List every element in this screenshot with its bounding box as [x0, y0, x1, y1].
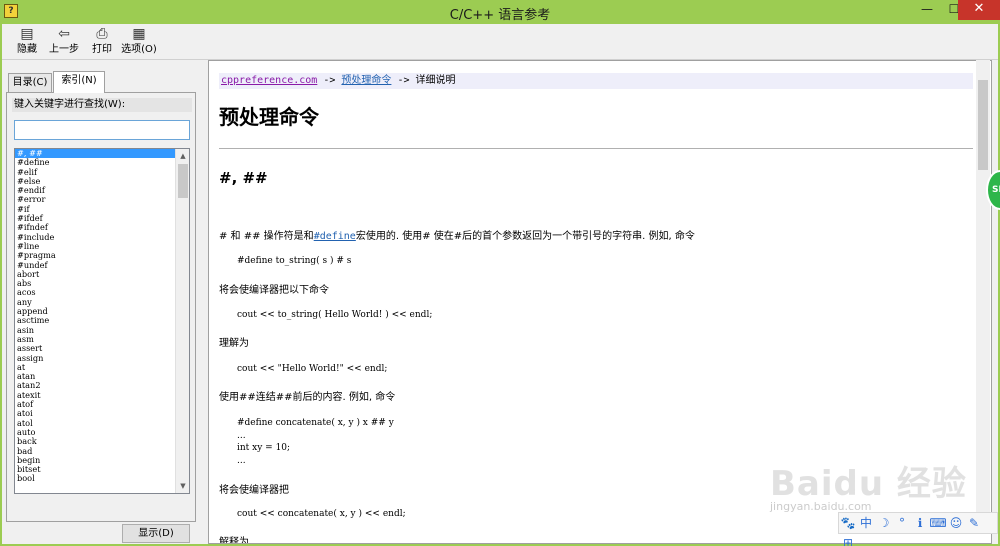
- ime-icon[interactable]: 🐾: [839, 513, 857, 533]
- index-list-item[interactable]: asctime: [15, 316, 175, 326]
- window-title: C/C++ 语言参考: [449, 8, 551, 23]
- index-list-item[interactable]: #undef: [15, 260, 175, 270]
- ime-icon[interactable]: ☺: [947, 513, 965, 533]
- ime-icon[interactable]: 中: [857, 513, 875, 533]
- code-sample-2: cout << to_string( Hello World! ) << end…: [237, 310, 433, 320]
- ime-icon[interactable]: ℹ: [911, 513, 929, 533]
- index-list-item[interactable]: asin: [15, 325, 175, 335]
- minimize-button[interactable]: —: [914, 0, 940, 20]
- scroll-thumb[interactable]: [178, 164, 188, 198]
- paragraph-4: 使用##连结##前后的内容. 例如, 命令: [219, 392, 396, 403]
- index-list-item[interactable]: back: [15, 436, 175, 446]
- ime-icon[interactable]: ⌨: [929, 513, 947, 533]
- close-button[interactable]: ✕: [958, 0, 1000, 20]
- index-list-item[interactable]: #error: [15, 195, 175, 205]
- display-button[interactable]: 显示(D): [122, 524, 190, 543]
- index-list-item[interactable]: atoi: [15, 409, 175, 419]
- index-list-item[interactable]: atol: [15, 418, 175, 428]
- content-scroll-thumb[interactable]: [978, 80, 988, 170]
- paragraph-5: 将会使编译器把: [219, 485, 289, 496]
- ime-toolbar: 🐾 中 ☽ ° ℹ ⌨ ☺ ✎ ⊞: [838, 512, 998, 546]
- options-label: 选项(O): [121, 44, 157, 55]
- app-window: ? C/C++ 语言参考 — ☐ ✕ ▤ 隐藏 ⇦ 上一步 ⎙ 打印 ▦ 选项(…: [0, 0, 1000, 546]
- index-list-item[interactable]: #define: [15, 157, 175, 167]
- index-list-item[interactable]: acos: [15, 288, 175, 298]
- index-list-item[interactable]: #include: [15, 232, 175, 242]
- tab-contents[interactable]: 目录(C): [8, 73, 52, 92]
- back-button[interactable]: ⇦ 上一步: [48, 26, 80, 58]
- index-panel: 键入关键字进行查找(W): #, ## #define #elif #else #end…: [6, 92, 196, 522]
- back-arrow-icon: ⇦: [58, 26, 70, 42]
- print-label: 打印: [92, 44, 112, 55]
- page-title: 预处理命令: [219, 105, 319, 129]
- options-icon: ▦: [132, 26, 146, 42]
- ime-icon[interactable]: ⊞: [839, 533, 857, 546]
- breadcrumb-arrow: ->: [317, 75, 342, 86]
- ime-icon[interactable]: ☽: [875, 513, 893, 533]
- tab-index[interactable]: 索引(N): [53, 71, 105, 93]
- index-listbox[interactable]: #, ## #define #elif #else #endif #error #if #if…: [14, 148, 190, 494]
- breadcrumb: cppreference.com -> 预处理命令 -> 详细说明: [219, 73, 973, 89]
- index-scrollbar[interactable]: ▲ ▼: [175, 149, 189, 493]
- hide-pane-icon: ▤: [20, 26, 34, 42]
- options-button[interactable]: ▦ 选项(O): [121, 26, 157, 58]
- scroll-down-icon[interactable]: ▼: [176, 479, 189, 493]
- index-list-item[interactable]: atexit: [15, 390, 175, 400]
- title-divider: [219, 148, 973, 149]
- breadcrumb-arrow: ->: [391, 75, 416, 86]
- code-sample-4: #define concatenate( x, y ) x ## y ... i…: [237, 418, 394, 466]
- paragraph-1: # 和 ## 操作符是和#define宏使用的. 使用# 使在#后的首个参数返回…: [219, 227, 695, 242]
- code-sample-1: #define to_string( s ) # s: [237, 256, 352, 266]
- index-list: #, ## #define #elif #else #endif #error #if #if…: [15, 149, 175, 484]
- code-sample-3: cout << "Hello World!" << endl;: [237, 364, 388, 374]
- index-list-item[interactable]: auto: [15, 427, 175, 437]
- baidu-watermark: Baidu 经验: [770, 464, 967, 504]
- navigation-pane: 目录(C) 索引(N) 键入关键字进行查找(W): #, ## #define #e…: [6, 70, 196, 544]
- title-bar: ? C/C++ 语言参考 — ☐ ✕: [0, 0, 1000, 24]
- printer-icon: ⎙: [96, 26, 108, 42]
- code-sample-5: cout << concatenate( x, y ) << endl;: [237, 509, 406, 519]
- content-scrollbar[interactable]: [976, 60, 990, 520]
- index-list-item[interactable]: abs: [15, 278, 175, 288]
- keyword-label: 键入关键字进行查找(W):: [12, 98, 192, 112]
- define-link[interactable]: #define: [314, 231, 356, 242]
- section-title: #, ##: [219, 169, 268, 187]
- hide-button[interactable]: ▤ 隐藏: [14, 26, 40, 58]
- scroll-up-icon[interactable]: ▲: [176, 149, 189, 163]
- index-list-item[interactable]: at: [15, 362, 175, 372]
- hide-label: 隐藏: [17, 44, 37, 55]
- breadcrumb-current: 详细说明: [415, 75, 456, 86]
- breadcrumb-site-link[interactable]: cppreference.com: [221, 75, 317, 86]
- toolbar: ▤ 隐藏 ⇦ 上一步 ⎙ 打印 ▦ 选项(O): [2, 24, 998, 60]
- index-list-item[interactable]: bool: [15, 474, 175, 484]
- ime-icon[interactable]: °: [893, 513, 911, 533]
- index-list-item[interactable]: atof: [15, 399, 175, 409]
- back-label: 上一步: [49, 44, 79, 55]
- p1-text-before: # 和 ## 操作符是和: [219, 231, 314, 242]
- nav-tabs: 目录(C) 索引(N): [6, 70, 196, 93]
- paragraph-2: 将会使编译器把以下命令: [219, 285, 329, 296]
- index-list-item[interactable]: abort: [15, 269, 175, 279]
- keyword-search-input[interactable]: [14, 120, 190, 140]
- index-list-item[interactable]: assign: [15, 353, 175, 363]
- print-button[interactable]: ⎙ 打印: [90, 26, 114, 58]
- index-list-item[interactable]: bitset: [15, 464, 175, 474]
- paragraph-6: 解释为: [219, 537, 249, 544]
- ime-icon[interactable]: ✎: [965, 513, 983, 533]
- paragraph-3: 理解为: [219, 338, 249, 349]
- p1-text-after: 宏使用的. 使用# 使在#后的首个参数返回为一个带引号的字符串. 例如, 命令: [355, 231, 695, 242]
- breadcrumb-section-link[interactable]: 预处理命令: [341, 75, 391, 86]
